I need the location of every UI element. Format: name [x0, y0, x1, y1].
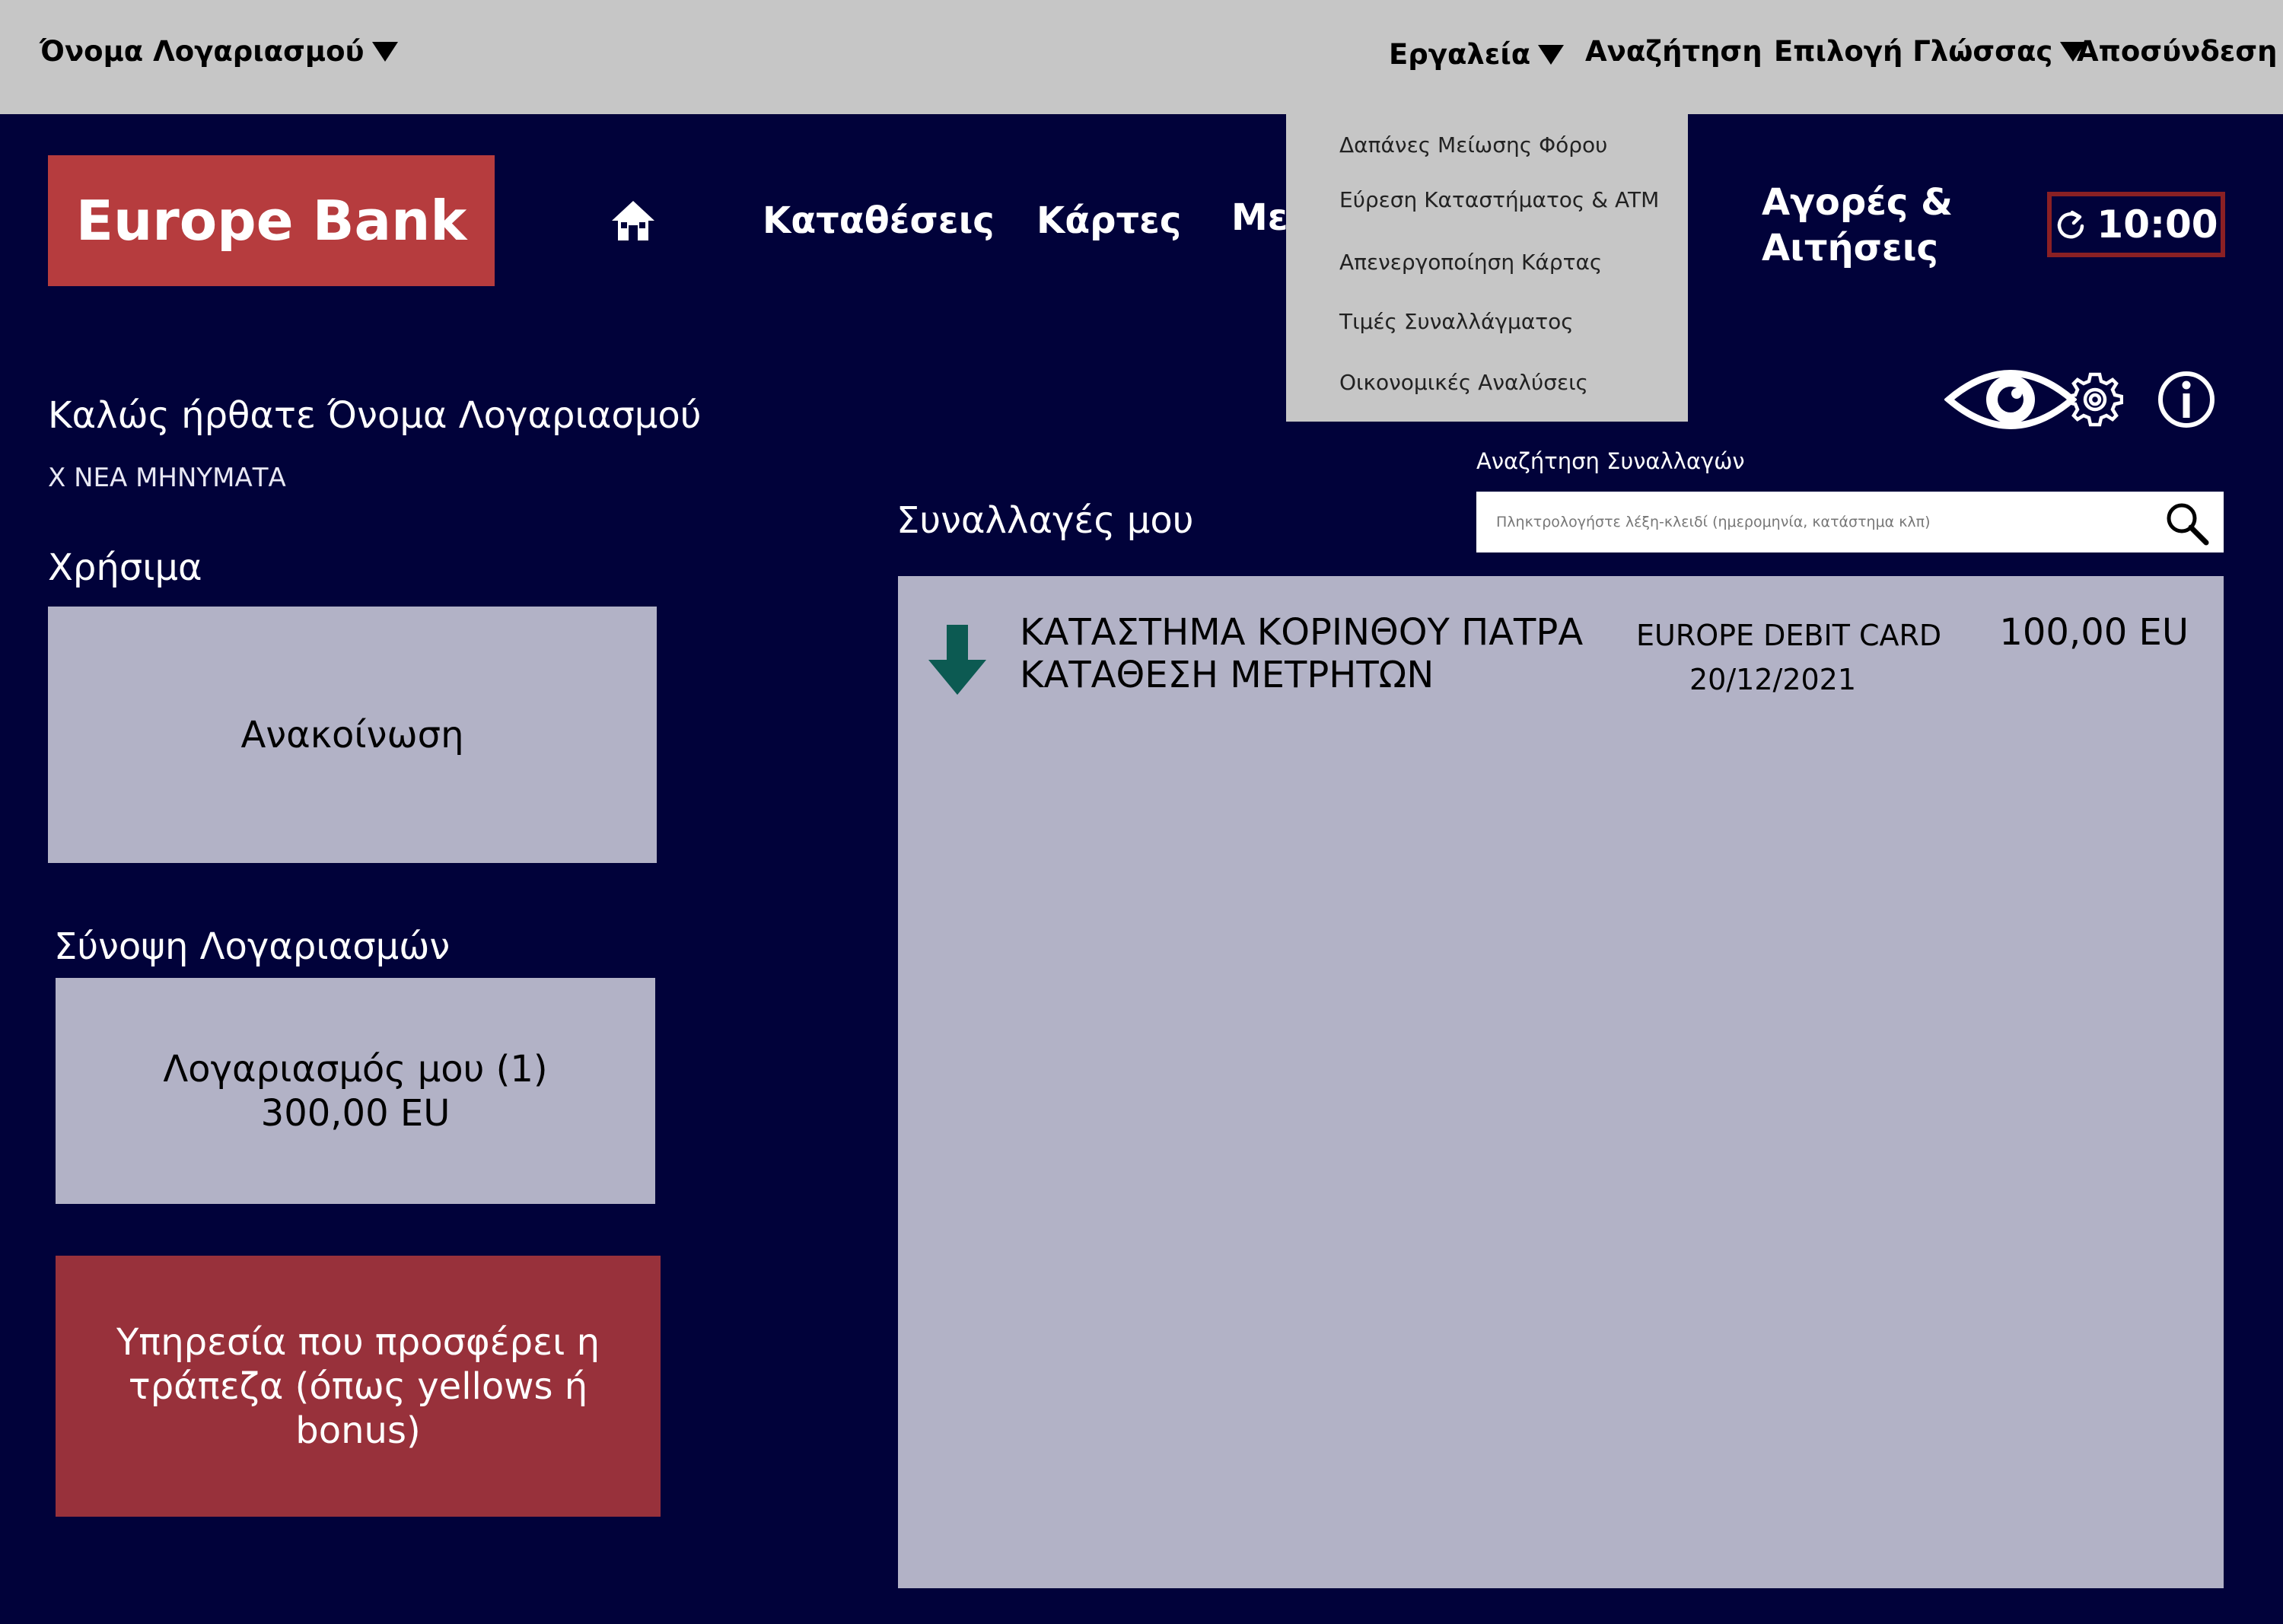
transactions-search-box [1476, 492, 2224, 552]
nav-cards[interactable]: Κάρτες [1036, 199, 1181, 242]
account-name: Όνομα Λογαριασμού [40, 35, 365, 68]
language-label: Επιλογή Γλώσσας [1774, 35, 2053, 68]
transactions-search-label: Αναζήτηση Συναλλαγών [1476, 448, 1745, 474]
eye-icon[interactable] [1944, 368, 2077, 431]
caret-down-icon [371, 41, 398, 62]
accounts-summary-title: Σύνοψη Λογαριασμών [54, 925, 451, 968]
tools-item-financial-analysis[interactable]: Οικονομικές Αναλύσεις [1339, 370, 1588, 395]
search-icon[interactable] [2164, 501, 2210, 546]
account-name: Λογαριασμός μου (1) [163, 1047, 548, 1091]
tools-item-tax-expenses[interactable]: Δαπάνες Μείωσης Φόρου [1339, 132, 1607, 158]
transactions-title: Συναλλαγές μου [896, 499, 1194, 542]
transactions-panel: ΚΑΤΑΣΤΗΜΑ ΚΟΡΙΝΘΟΥ ΠΑΤΡΑ ΚΑΤΑΘΕΣΗ ΜΕΤΡΗΤ… [898, 576, 2224, 1588]
nav-hidden-item[interactable]: Με [1231, 196, 1288, 239]
session-timer[interactable]: 10:00 [2047, 192, 2225, 257]
bank-service-promo[interactable]: Υπηρεσία που προσφέρει η τράπεζα (όπως y… [56, 1256, 661, 1517]
tools-item-deactivate-card[interactable]: Απενεργοποίηση Κάρτας [1339, 250, 1602, 275]
logout-label: Αποσύνδεση [2077, 35, 2278, 68]
announcement-label: Ανακοίνωση [240, 713, 464, 756]
account-card[interactable]: Λογαριασμός μου (1) 300,00 EU [56, 978, 655, 1204]
nav-purchases-applications[interactable]: Αγορές & Αιτήσεις [1762, 180, 1953, 271]
tools-menu[interactable]: Εργαλεία [1389, 38, 1565, 71]
info-icon[interactable] [2157, 370, 2216, 429]
new-messages-link[interactable]: Χ ΝΕΑ ΜΗΝΥΜΑΤΑ [48, 463, 286, 493]
brand-logo[interactable]: Europe Bank [48, 155, 495, 286]
promo-text: Υπηρεσία που προσφέρει η τράπεζα (όπως y… [116, 1320, 600, 1452]
logout-link[interactable]: Αποσύνδεση [2077, 35, 2278, 68]
announcement-card[interactable]: Ανακοίνωση [48, 607, 657, 863]
nav-purchases-line2: Αιτήσεις [1762, 227, 1938, 269]
transaction-type: ΚΑΤΑΘΕΣΗ ΜΕΤΡΗΤΩΝ [1020, 654, 1434, 696]
top-utility-bar: Όνομα Λογαριασμού Εργαλεία Αναζήτηση Επι… [0, 0, 2283, 114]
home-icon[interactable] [609, 198, 658, 244]
nav-purchases-line1: Αγορές & [1762, 181, 1953, 224]
welcome-greeting: Καλώς ήρθατε Όνομα Λογαριασμού [48, 394, 702, 437]
transaction-amount: 100,00 EU [1999, 611, 2189, 654]
search-label: Αναζήτηση [1585, 35, 1762, 68]
account-balance: 300,00 EU [260, 1091, 451, 1135]
useful-title: Χρήσιμα [48, 546, 202, 589]
transaction-card: EUROPE DEBIT CARD [1636, 619, 1942, 652]
tools-dropdown: Δαπάνες Μείωσης Φόρου Εύρεση Καταστήματο… [1286, 114, 1688, 422]
transaction-merchant: ΚΑΤΑΣΤΗΜΑ ΚΟΡΙΝΘΟΥ ΠΑΤΡΑ [1020, 611, 1584, 654]
search-link[interactable]: Αναζήτηση [1585, 35, 1762, 68]
transaction-date: 20/12/2021 [1689, 663, 1857, 696]
caret-down-icon [1538, 44, 1565, 65]
language-menu[interactable]: Επιλογή Γλώσσας [1774, 35, 2087, 68]
nav-deposits[interactable]: Καταθέσεις [763, 199, 995, 242]
gear-icon[interactable] [2067, 371, 2123, 428]
account-menu[interactable]: Όνομα Λογαριασμού [40, 35, 398, 68]
tools-item-find-atm[interactable]: Εύρεση Καταστήματος & ATM [1339, 187, 1659, 212]
session-time: 10:00 [2097, 202, 2218, 247]
refresh-icon [2058, 210, 2084, 239]
transactions-search-input[interactable] [1496, 492, 2151, 552]
tools-item-exchange-rates[interactable]: Τιμές Συναλλάγματος [1339, 309, 1574, 334]
arrow-down-icon [928, 625, 986, 695]
tools-label: Εργαλεία [1389, 38, 1531, 71]
